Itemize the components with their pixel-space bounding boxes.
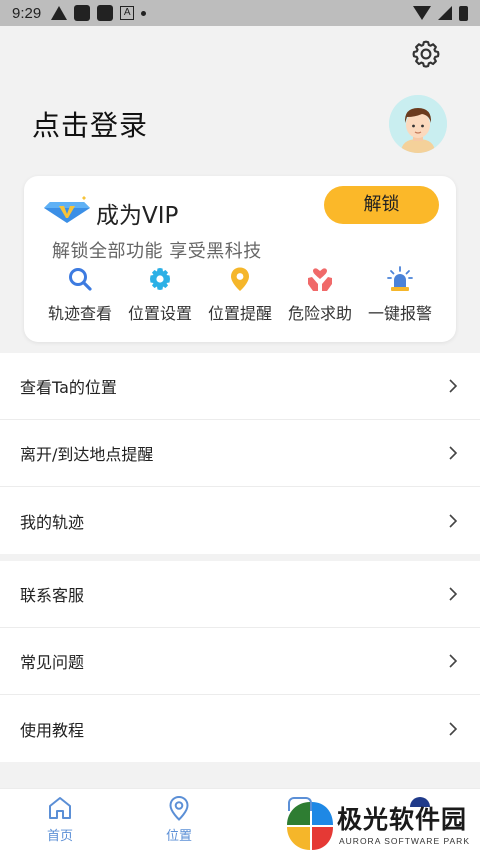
feature-label: 位置设置 [127,304,192,323]
feature-danger-help[interactable]: 危险求助 [280,266,360,324]
helping-hands-icon [308,268,332,291]
aurora-logo-icon [287,802,333,850]
menu-label: 查看Ta的位置 [20,378,117,397]
wifi-icon [413,6,431,20]
feature-track-view[interactable]: 轨迹查看 [40,266,120,324]
feature-location-settings[interactable]: 位置设置 [120,266,200,324]
vip-card: 成为VIP 解锁 解锁全部功能 享受黑科技 轨迹查看 位置设置 位置提醒 危险求… [24,176,456,342]
vip-title: 成为VIP [96,203,179,229]
menu-item-tutorial[interactable]: 使用教程 [0,695,480,762]
battery-icon [459,5,468,21]
feature-location-reminder[interactable]: 位置提醒 [200,266,280,324]
chevron-right-icon [449,513,458,528]
menu-label: 使用教程 [20,720,85,740]
status-time: 9:29 [12,4,42,22]
search-icon [69,268,92,291]
nav-item-location[interactable]: 位置 [149,795,209,844]
feature-label: 轨迹查看 [47,304,112,323]
menu-label: 联系客服 [20,586,85,605]
unlock-button[interactable]: 解锁 [324,186,439,224]
nav-label: 位置 [165,829,192,844]
menu-item-contact-support[interactable]: 联系客服 [0,561,480,628]
location-icon [169,795,189,821]
menu-item-view-location[interactable]: 查看Ta的位置 [0,353,480,420]
feature-one-key-alarm[interactable]: 一键报警 [360,266,440,324]
menu-group-location: 查看Ta的位置 离开/到达地点提醒 我的轨迹 [0,353,480,554]
settings-button[interactable] [410,38,442,70]
menu-item-my-track[interactable]: 我的轨迹 [0,487,480,554]
warning-icon [51,6,68,20]
feature-label: 位置提醒 [207,304,272,323]
gear-icon [150,268,170,290]
menu-label: 常见问题 [20,653,85,672]
font-icon: A [120,6,135,20]
avatar[interactable] [389,95,447,153]
notification-icon [74,5,91,21]
chevron-right-icon [449,379,458,393]
status-bar: 9:29 A [0,0,480,26]
menu-item-faq[interactable]: 常见问题 [0,628,480,695]
nav-item-home[interactable]: 首页 [30,795,90,844]
vip-subtitle: 解锁全部功能 享受黑科技 [52,241,262,262]
chevron-right-icon [449,654,458,668]
menu-label: 我的轨迹 [20,512,85,532]
chevron-right-icon [449,587,458,601]
watermark-title: 极光软件园 [337,805,468,834]
vip-features: 轨迹查看 位置设置 位置提醒 危险求助 一键报警 [24,266,456,324]
menu-label: 离开/到达地点提醒 [20,445,154,464]
watermark-logo: 极光软件园 AURORA SOFTWARE PARK [285,798,475,853]
login-link[interactable]: 点击登录 [32,104,148,144]
chevron-right-icon [449,446,458,460]
location-pin-icon [231,267,249,291]
menu-item-arrive-leave-reminder[interactable]: 离开/到达地点提醒 [0,420,480,487]
menu-group-support: 联系客服 常见问题 使用教程 [0,561,480,762]
user-avatar-icon [389,95,447,153]
feature-label: 危险求助 [287,304,352,323]
more-dot-icon [141,10,147,16]
feature-label: 一键报警 [367,304,432,323]
alarm-light-icon [387,266,413,291]
vip-diamond-icon [44,196,90,223]
chevron-right-icon [449,721,458,736]
signal-icon [438,6,452,20]
watermark-subtitle: AURORA SOFTWARE PARK [339,836,470,846]
nav-label: 首页 [46,829,73,844]
home-icon [49,797,71,819]
gear-icon [412,40,440,68]
notification-icon [97,5,114,21]
